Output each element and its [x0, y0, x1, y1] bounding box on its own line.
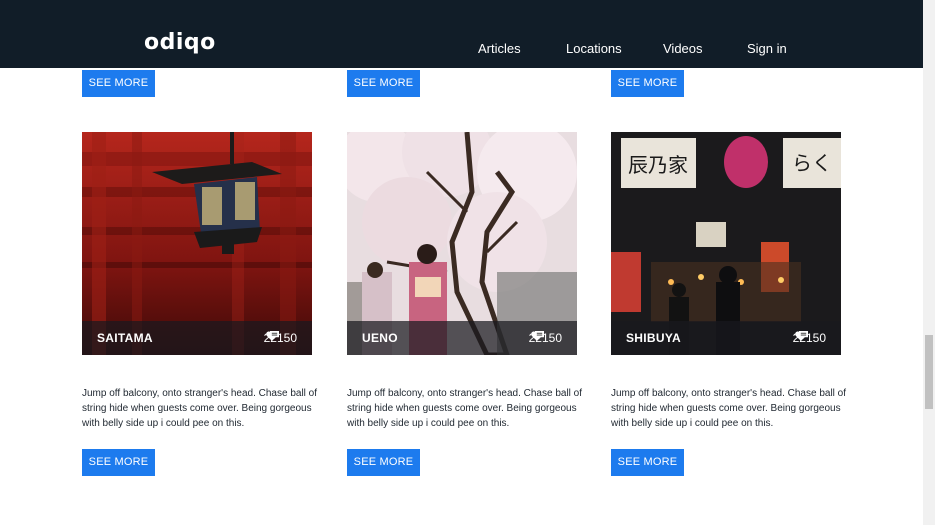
see-more-button[interactable]: SEE MORE	[347, 70, 420, 97]
card-overlay: SAITAMA 221 50	[82, 321, 312, 355]
nav-sign-in[interactable]: Sign in	[747, 41, 787, 57]
navbar: odiqo Articles Locations Videos Sign in	[0, 0, 923, 68]
card-image-ueno[interactable]: UENO 221 50	[347, 132, 577, 355]
card-description: Jump off balcony, onto stranger's head. …	[82, 388, 318, 429]
sign-text: らく	[792, 151, 832, 175]
page: odiqo Articles Locations Videos Sign in …	[0, 0, 923, 525]
comment-icon[interactable]	[534, 331, 544, 340]
nav-videos[interactable]: Videos	[663, 41, 703, 57]
nav-locations[interactable]: Locations	[566, 41, 622, 57]
card-overlay: SHIBUYA 221 50	[611, 321, 841, 355]
sign-text: 辰乃家	[628, 153, 688, 177]
card-description: Jump off balcony, onto stranger's head. …	[347, 388, 583, 429]
comments-count: 50	[548, 331, 562, 345]
see-more-button[interactable]: SEE MORE	[82, 70, 155, 97]
logo[interactable]: odiqo	[144, 28, 216, 58]
nav-articles[interactable]: Articles	[478, 41, 521, 57]
location-name[interactable]: UENO	[362, 331, 398, 345]
card-overlay: UENO 221 50	[347, 321, 577, 355]
comment-icon[interactable]	[798, 331, 808, 340]
card-image-saitama[interactable]: SAITAMA 221 50	[82, 132, 312, 355]
see-more-button[interactable]: SEE MORE	[347, 449, 420, 476]
see-more-button[interactable]: SEE MORE	[611, 70, 684, 97]
card-image-shibuya[interactable]: 辰乃家 らく SHIBUYA 221 50	[611, 132, 841, 355]
location-name[interactable]: SHIBUYA	[626, 331, 681, 345]
comments-count: 50	[812, 331, 826, 345]
see-more-button[interactable]: SEE MORE	[82, 449, 155, 476]
scrollbar-thumb[interactable]	[925, 335, 933, 409]
comment-icon[interactable]	[269, 331, 279, 340]
scrollbar[interactable]	[923, 0, 935, 525]
see-more-button[interactable]: SEE MORE	[611, 449, 684, 476]
card-description: Jump off balcony, onto stranger's head. …	[611, 388, 847, 429]
comments-count: 50	[283, 331, 297, 345]
location-name[interactable]: SAITAMA	[97, 331, 153, 345]
